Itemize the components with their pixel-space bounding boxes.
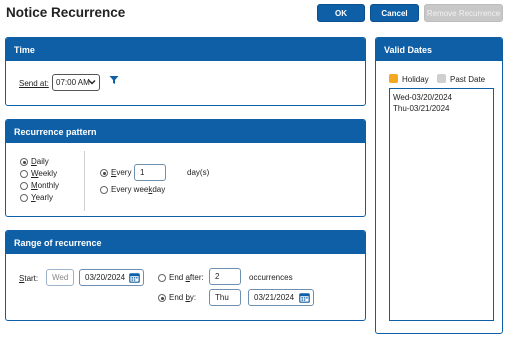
send-at-value: 07:00 AM bbox=[56, 78, 90, 87]
end-after-label: End after: bbox=[169, 273, 204, 282]
valid-dates-list[interactable]: Wed-03/20/2024 Thu-03/21/2024 bbox=[389, 88, 494, 321]
calendar-icon[interactable] bbox=[129, 272, 140, 283]
option-daily-label: Daily bbox=[31, 157, 49, 166]
end-by-date-input[interactable]: 03/21/2024 bbox=[248, 289, 314, 306]
start-label: Start: bbox=[19, 274, 39, 283]
end-by-label: End by: bbox=[169, 293, 197, 302]
radio-end-after[interactable] bbox=[158, 274, 166, 282]
radio-every[interactable] bbox=[100, 169, 108, 177]
recurrence-pattern-panel: Recurrence pattern Daily Weekly Monthly … bbox=[5, 119, 366, 217]
chevron-down-icon bbox=[88, 80, 96, 85]
end-by-day-field: Thu bbox=[209, 289, 241, 306]
remove-recurrence-button[interactable]: Remove Recurrence bbox=[424, 4, 503, 22]
radio-end-by[interactable] bbox=[158, 294, 166, 302]
time-panel: Time Send at: 07:00 AM bbox=[5, 37, 366, 106]
ok-button[interactable]: OK bbox=[317, 4, 365, 22]
end-by-date-value: 03/21/2024 bbox=[254, 293, 295, 302]
send-at-label: Send at: bbox=[19, 79, 49, 88]
radio-daily[interactable] bbox=[20, 158, 28, 166]
every-weekday-label: Every weekday bbox=[111, 185, 166, 194]
option-yearly-label: Yearly bbox=[31, 193, 53, 202]
cancel-button[interactable]: Cancel bbox=[370, 4, 419, 22]
radio-monthly[interactable] bbox=[20, 182, 28, 190]
option-monthly-label: Monthly bbox=[31, 181, 60, 190]
radio-every-weekday[interactable] bbox=[100, 186, 108, 194]
range-panel: Range of recurrence Start: Wed 03/20/202… bbox=[5, 230, 366, 321]
radio-weekly[interactable] bbox=[20, 170, 28, 178]
calendar-icon[interactable] bbox=[299, 292, 310, 303]
radio-yearly[interactable] bbox=[20, 194, 28, 202]
holiday-legend-swatch bbox=[389, 74, 398, 83]
every-label: Every bbox=[111, 168, 132, 177]
past-date-legend-swatch bbox=[437, 74, 446, 83]
recurrence-pattern-header: Recurrence pattern bbox=[6, 120, 365, 143]
time-panel-header: Time bbox=[6, 38, 365, 61]
start-date-input[interactable]: 03/20/2024 bbox=[79, 269, 144, 286]
every-days-input[interactable]: 1 bbox=[134, 164, 166, 181]
range-panel-header: Range of recurrence bbox=[6, 231, 365, 254]
list-item[interactable]: Thu-03/21/2024 bbox=[390, 103, 493, 114]
holiday-legend-label: Holiday bbox=[402, 75, 429, 84]
start-day-field: Wed bbox=[46, 269, 74, 286]
past-date-legend-label: Past Date bbox=[450, 75, 486, 84]
occurrences-label: occurrences bbox=[249, 273, 293, 282]
valid-dates-panel: Valid Dates Holiday Past Date Wed-03/20/… bbox=[375, 37, 503, 334]
option-weekly-label: Weekly bbox=[31, 169, 58, 178]
start-date-value: 03/20/2024 bbox=[85, 273, 126, 282]
end-after-input[interactable]: 2 bbox=[209, 268, 241, 285]
page-title: Notice Recurrence bbox=[6, 5, 126, 20]
filter-icon[interactable] bbox=[109, 75, 119, 85]
every-unit-label: day(s) bbox=[187, 168, 210, 177]
valid-dates-header: Valid Dates bbox=[376, 38, 502, 61]
pattern-divider bbox=[84, 151, 85, 211]
send-at-select[interactable]: 07:00 AM bbox=[52, 74, 100, 91]
list-item[interactable]: Wed-03/20/2024 bbox=[390, 92, 493, 103]
